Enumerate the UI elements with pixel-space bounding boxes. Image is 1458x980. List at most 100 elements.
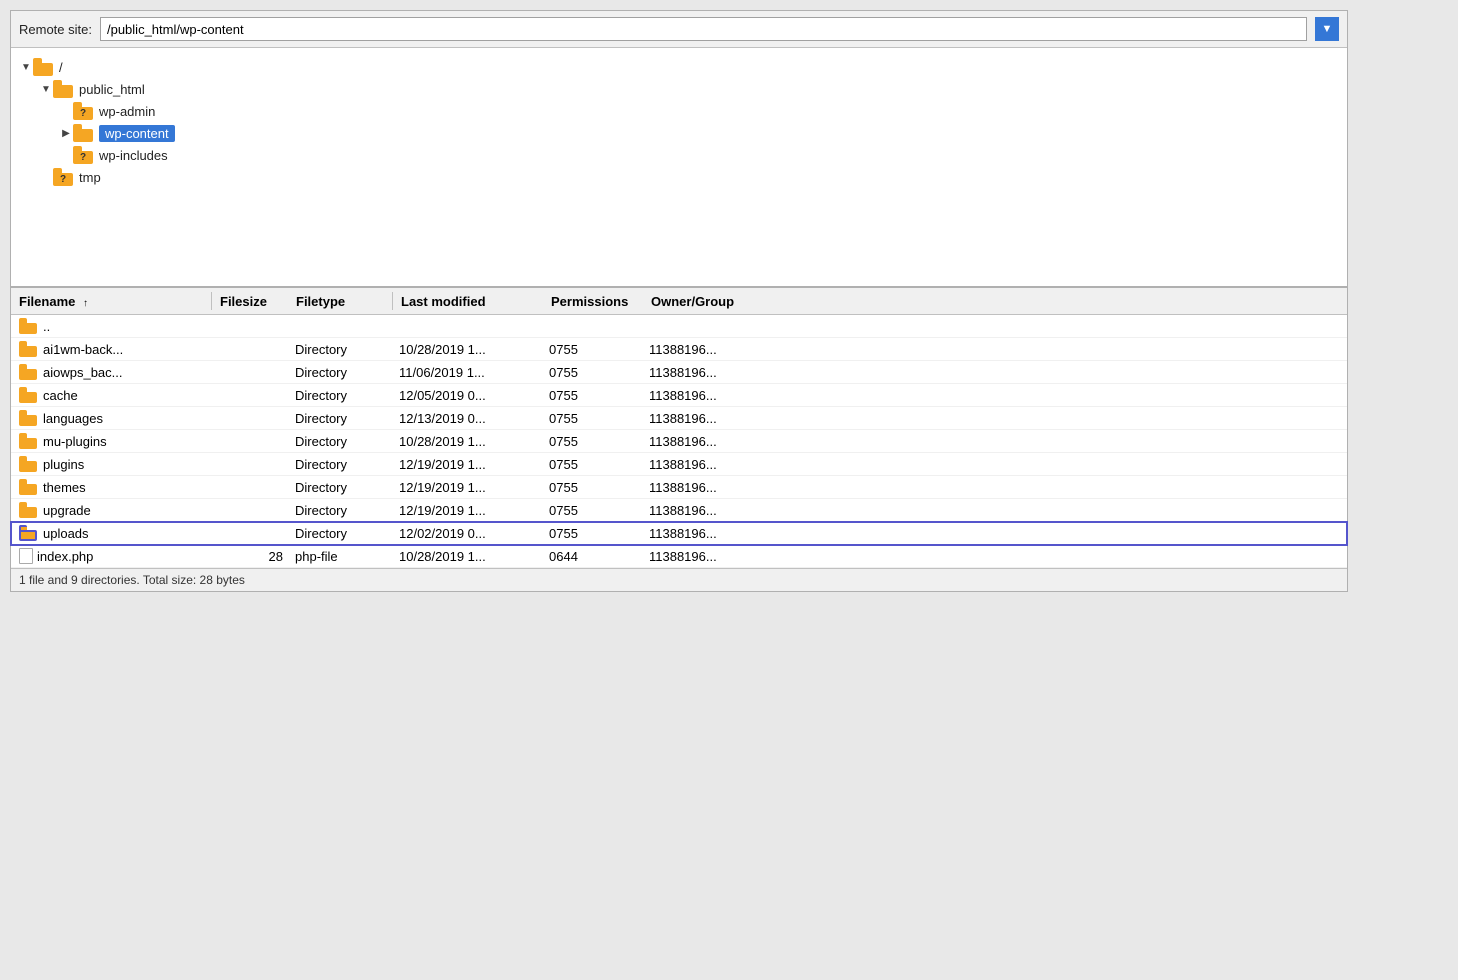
file-row-cache[interactable]: cacheDirectory12/05/2019 0...07551138819…	[11, 384, 1347, 407]
col-header-lastmod[interactable]: Last modified	[393, 294, 543, 309]
list-folder-icon-ai1wm	[19, 341, 39, 357]
list-folder-icon-languages	[19, 410, 39, 426]
row-filetype-themes: Directory	[291, 480, 391, 495]
row-filename-languages: languages	[11, 410, 211, 426]
row-permissions-plugins: 0755	[541, 457, 641, 472]
status-text: 1 file and 9 directories. Total size: 28…	[19, 573, 245, 587]
row-name-ai1wm: ai1wm-back...	[43, 342, 123, 357]
row-filename-upgrade: upgrade	[11, 502, 211, 518]
tree-item-wp-content[interactable]: ▶ wp-content	[15, 122, 1343, 144]
row-owner-uploads: 11388196...	[641, 526, 1347, 541]
remote-site-label: Remote site:	[19, 22, 92, 37]
row-filetype-languages: Directory	[291, 411, 391, 426]
row-owner-cache: 11388196...	[641, 388, 1347, 403]
row-filename-uploads: uploads	[11, 525, 211, 541]
remote-site-bar: Remote site: ▼	[11, 11, 1347, 48]
row-owner-aiowps: 11388196...	[641, 365, 1347, 380]
row-owner-themes: 11388196...	[641, 480, 1347, 495]
row-lastmod-ai1wm: 10/28/2019 1...	[391, 342, 541, 357]
file-row-themes[interactable]: themesDirectory12/19/2019 1...0755113881…	[11, 476, 1347, 499]
row-owner-ai1wm: 11388196...	[641, 342, 1347, 357]
tree-item-tmp[interactable]: ? tmp	[15, 166, 1343, 188]
col-header-filename[interactable]: Filename ↑	[11, 294, 211, 309]
row-lastmod-cache: 12/05/2019 0...	[391, 388, 541, 403]
row-filetype-upgrade: Directory	[291, 503, 391, 518]
sort-arrow-filename: ↑	[83, 298, 88, 309]
col-header-permissions[interactable]: Permissions	[543, 294, 643, 309]
list-folder-icon-themes	[19, 479, 39, 495]
folder-question-icon-wp-admin: ?	[73, 102, 95, 120]
row-name-parent: ..	[43, 319, 50, 334]
row-filename-themes: themes	[11, 479, 211, 495]
col-header-filetype[interactable]: Filetype	[292, 294, 392, 309]
row-name-cache: cache	[43, 388, 78, 403]
row-owner-index: 11388196...	[641, 549, 1347, 564]
file-list-panel: Filename ↑ Filesize Filetype Last modifi…	[11, 288, 1347, 568]
file-row-mu-plugins[interactable]: mu-plugins Directory10/28/2019 1...075511…	[11, 430, 1347, 453]
row-owner-languages: 11388196...	[641, 411, 1347, 426]
tree-item-public_html[interactable]: ▼ public_html	[15, 78, 1343, 100]
tree-item-wp-includes[interactable]: ? wp-includes	[15, 144, 1343, 166]
uploads-folder-icon	[19, 525, 39, 541]
row-permissions-uploads: 0755	[541, 526, 641, 541]
file-row-aiowps[interactable]: aiowps_bac...Directory11/06/2019 1...075…	[11, 361, 1347, 384]
row-permissions-ai1wm: 0755	[541, 342, 641, 357]
row-lastmod-aiowps: 11/06/2019 1...	[391, 365, 541, 380]
row-permissions-mu-plugins: 0755	[541, 434, 641, 449]
row-permissions-upgrade: 0755	[541, 503, 641, 518]
file-row-languages[interactable]: languages Directory12/13/2019 0...0755113…	[11, 407, 1347, 430]
row-filename-aiowps: aiowps_bac...	[11, 364, 211, 380]
file-row-ai1wm[interactable]: ai1wm-back... Directory10/28/2019 1...075…	[11, 338, 1347, 361]
col-header-ownergroup[interactable]: Owner/Group	[643, 294, 1347, 309]
row-lastmod-index: 10/28/2019 1...	[391, 549, 541, 564]
row-lastmod-upgrade: 12/19/2019 1...	[391, 503, 541, 518]
row-filename-cache: cache	[11, 387, 211, 403]
status-bar: 1 file and 9 directories. Total size: 28…	[11, 568, 1347, 591]
list-folder-icon-aiowps	[19, 364, 39, 380]
row-lastmod-themes: 12/19/2019 1...	[391, 480, 541, 495]
list-folder-icon-upgrade	[19, 502, 39, 518]
row-owner-plugins: 11388196...	[641, 457, 1347, 472]
row-permissions-cache: 0755	[541, 388, 641, 403]
file-row-upgrade[interactable]: upgrade Directory12/19/2019 1...075511388…	[11, 499, 1347, 522]
row-filetype-uploads: Directory	[291, 526, 391, 541]
row-permissions-index: 0644	[541, 549, 641, 564]
row-filename-mu-plugins: mu-plugins	[11, 433, 211, 449]
row-filesize-index: 28	[211, 549, 291, 564]
col-header-filesize[interactable]: Filesize	[212, 294, 292, 309]
row-filetype-ai1wm: Directory	[291, 342, 391, 357]
tree-arrow-root: ▼	[19, 60, 33, 74]
folder-icon-root	[33, 58, 55, 76]
tree-item-wp-admin[interactable]: ? wp-admin	[15, 100, 1343, 122]
file-row-plugins[interactable]: pluginsDirectory12/19/2019 1...075511388…	[11, 453, 1347, 476]
row-name-aiowps: aiowps_bac...	[43, 365, 123, 380]
row-permissions-languages: 0755	[541, 411, 641, 426]
row-filetype-index: php-file	[291, 549, 391, 564]
row-filename-plugins: plugins	[11, 456, 211, 472]
row-name-uploads: uploads	[43, 526, 89, 541]
tree-item-root[interactable]: ▼ /	[15, 56, 1343, 78]
row-lastmod-languages: 12/13/2019 0...	[391, 411, 541, 426]
main-container: Remote site: ▼ ▼ /▼ public_html ? wp-adm…	[10, 10, 1348, 592]
file-row-parent[interactable]: ..	[11, 315, 1347, 338]
file-row-uploads[interactable]: uploads Directory12/02/2019 0...075511388…	[11, 522, 1347, 545]
list-folder-icon-parent	[19, 318, 39, 334]
row-owner-mu-plugins: 11388196...	[641, 434, 1347, 449]
tree-label-root: /	[59, 60, 63, 75]
file-row-index[interactable]: index.php28php-file10/28/2019 1...064411…	[11, 545, 1347, 568]
remote-site-dropdown-button[interactable]: ▼	[1315, 17, 1339, 41]
row-owner-upgrade: 11388196...	[641, 503, 1347, 518]
folder-question-icon-tmp: ?	[53, 168, 75, 186]
file-rows-container: .. ai1wm-back...Directory10/28/2019 1...…	[11, 315, 1347, 568]
row-lastmod-mu-plugins: 10/28/2019 1...	[391, 434, 541, 449]
row-lastmod-uploads: 12/02/2019 0...	[391, 526, 541, 541]
remote-site-input[interactable]	[100, 17, 1307, 41]
row-lastmod-plugins: 12/19/2019 1...	[391, 457, 541, 472]
list-folder-icon-plugins	[19, 456, 39, 472]
file-list-header: Filename ↑ Filesize Filetype Last modifi…	[11, 288, 1347, 315]
row-filetype-mu-plugins: Directory	[291, 434, 391, 449]
tree-label-wp-content: wp-content	[99, 125, 175, 142]
tree-arrow-public_html: ▼	[39, 82, 53, 96]
row-filename-ai1wm: ai1wm-back...	[11, 341, 211, 357]
row-name-upgrade: upgrade	[43, 503, 91, 518]
